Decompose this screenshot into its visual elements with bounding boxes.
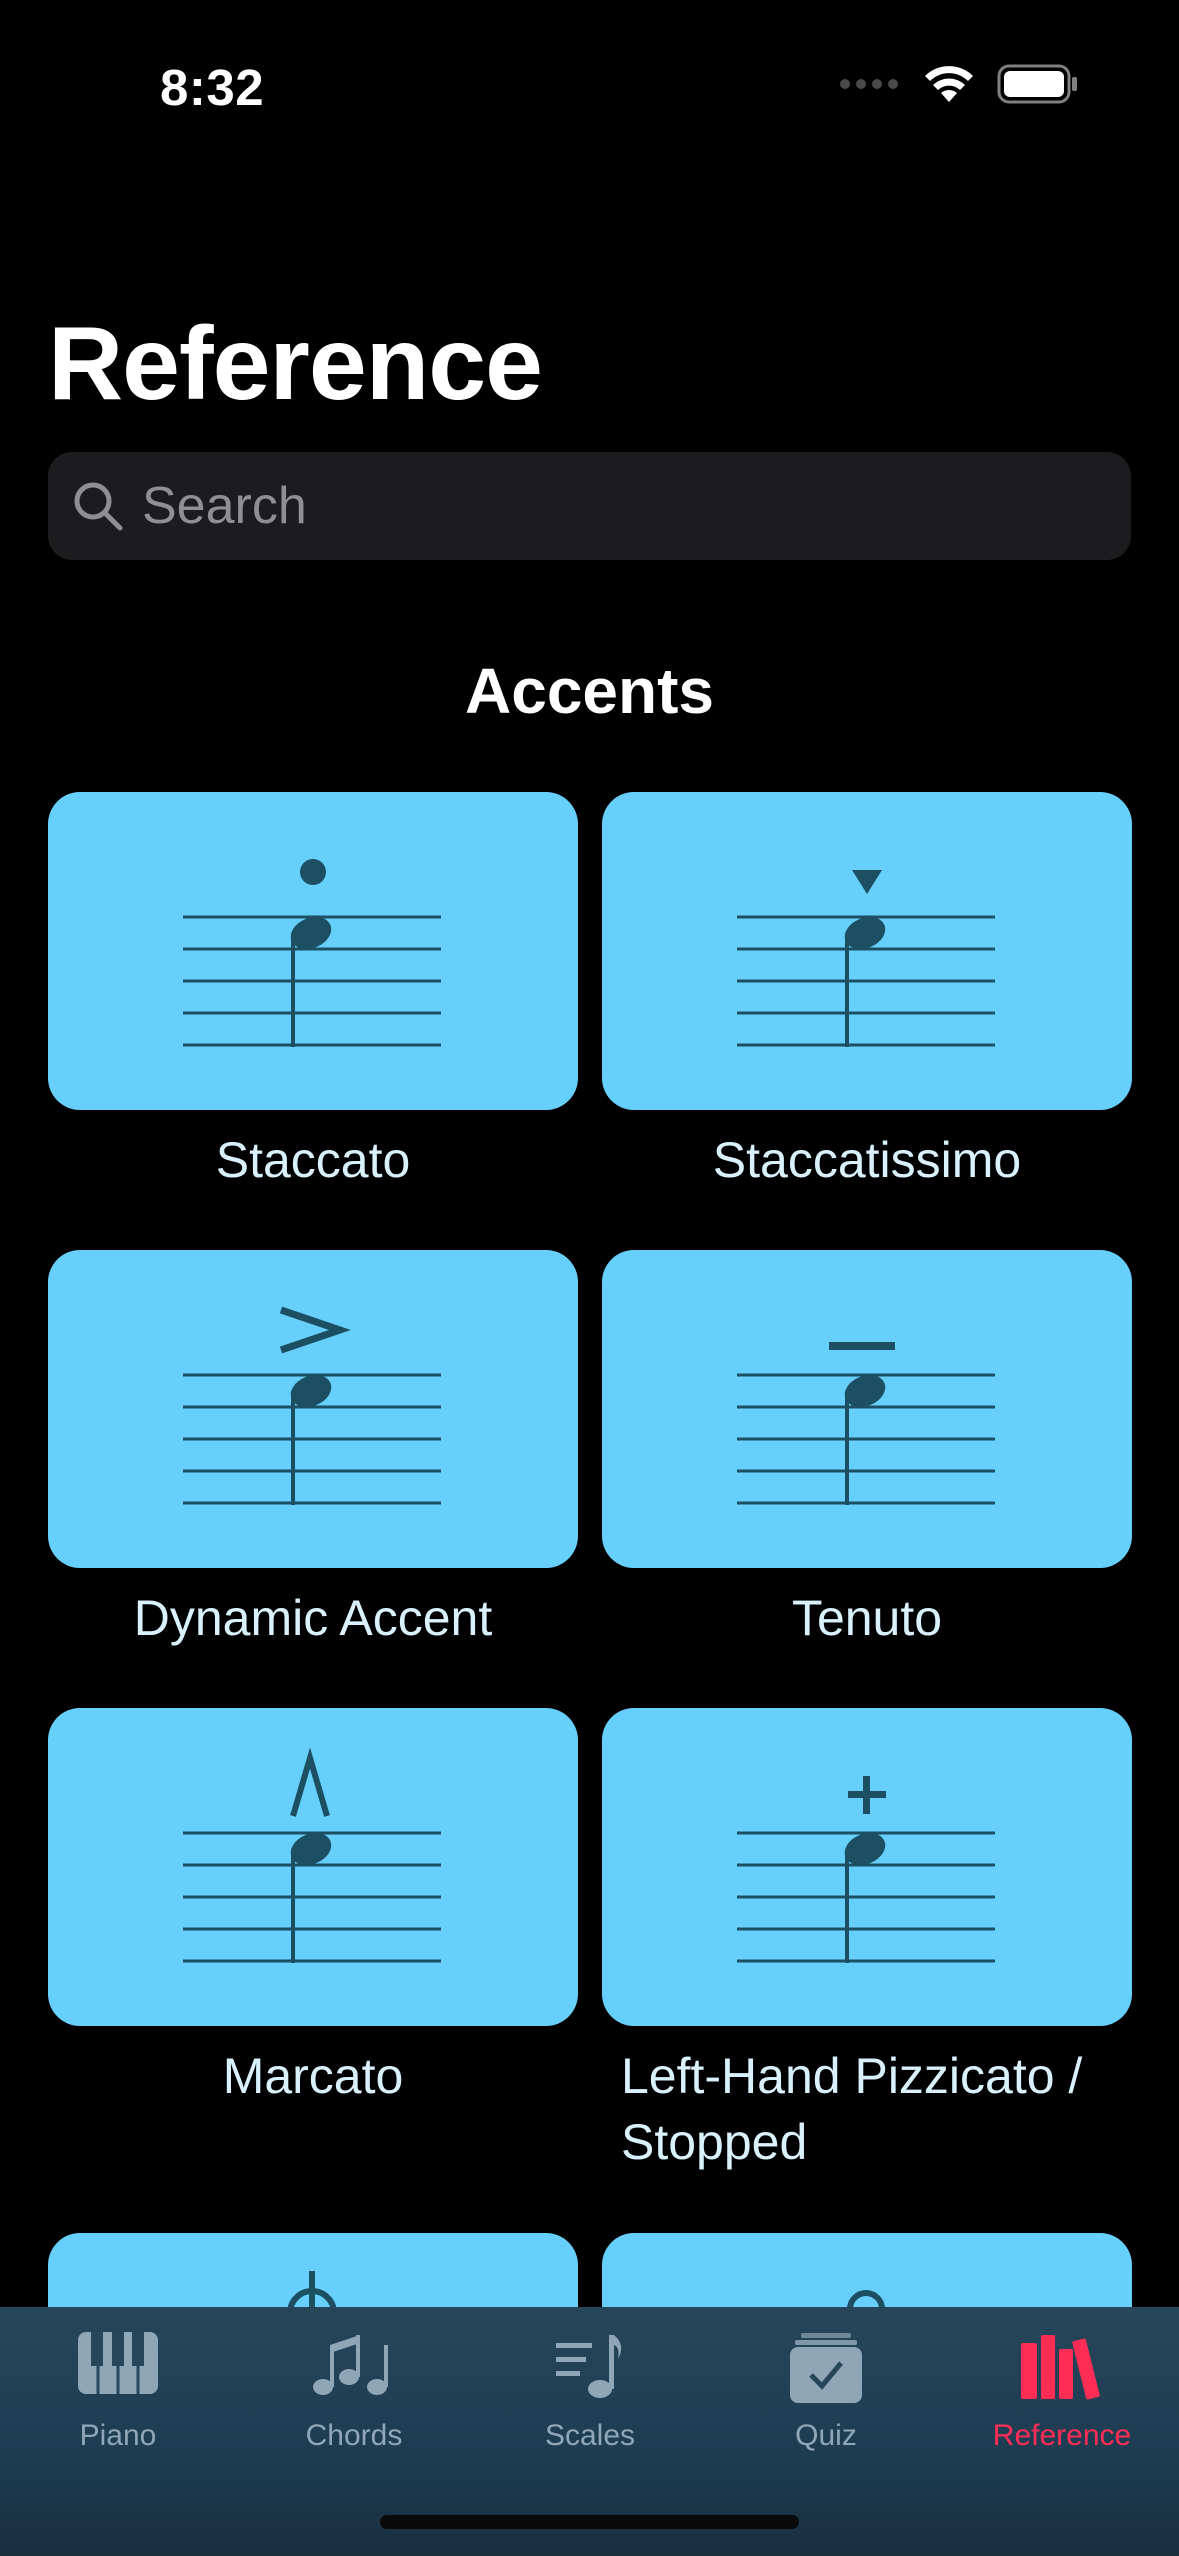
scales-icon (556, 2335, 622, 2398)
card-left-hand-pizzicato[interactable] (602, 1708, 1132, 2026)
staccato-notation-icon (183, 859, 441, 1047)
card-label: Dynamic Accent (133, 1590, 493, 1646)
card-label: Staccato (215, 1132, 411, 1188)
tab-label: Piano (79, 2419, 157, 2452)
page-title: Reference (48, 306, 543, 422)
card-dynamic-accent[interactable] (48, 1250, 578, 1568)
reference-icon (1021, 2335, 1100, 2400)
section-title: Accents (465, 655, 714, 727)
notation-icon (287, 2271, 337, 2313)
marcato-notation-icon (183, 1747, 441, 1963)
chords-icon (313, 2335, 388, 2395)
card-label: Marcato (222, 2048, 404, 2104)
search-input[interactable] (142, 476, 1042, 536)
tab-quiz[interactable]: Quiz (708, 2307, 944, 2487)
tab-scales[interactable]: Scales (472, 2307, 708, 2487)
tab-chords[interactable]: Chords (236, 2307, 472, 2487)
tab-reference[interactable]: Reference (944, 2307, 1179, 2487)
card-label: Left-Hand Pizzicato / Stopped (621, 2048, 1083, 2170)
card-label: Staccatissimo (712, 1132, 1022, 1188)
cellular-signal-icon (840, 79, 898, 89)
status-time: 8:32 (160, 59, 265, 116)
notation-icon (847, 2290, 885, 2310)
tab-label: Quiz (795, 2419, 857, 2452)
tab-label: Reference (992, 2419, 1132, 2452)
card-label: Tenuto (791, 1590, 943, 1646)
piano-icon (78, 2332, 158, 2394)
card-tenuto[interactable] (602, 1250, 1132, 1568)
card-marcato[interactable] (48, 1708, 578, 2026)
accent-notation-icon (183, 1306, 441, 1505)
battery-icon (997, 64, 1077, 104)
search-icon (74, 482, 123, 531)
tab-piano[interactable]: Piano (0, 2307, 236, 2487)
tab-label: Chords (305, 2419, 403, 2452)
home-indicator (380, 2515, 799, 2529)
card-staccato[interactable] (48, 792, 578, 1110)
tab-label: Scales (544, 2419, 636, 2452)
search-bar[interactable] (48, 452, 1131, 560)
quiz-icon (790, 2333, 862, 2403)
app-screen: 8:32 Reference Accents (0, 0, 1179, 2556)
wifi-icon (925, 66, 973, 102)
staccatissimo-notation-icon (737, 870, 995, 1047)
tenuto-notation-icon (737, 1342, 995, 1505)
card-staccatissimo[interactable] (602, 792, 1132, 1110)
status-indicators (839, 64, 1079, 104)
pizzicato-notation-icon (737, 1776, 995, 1963)
